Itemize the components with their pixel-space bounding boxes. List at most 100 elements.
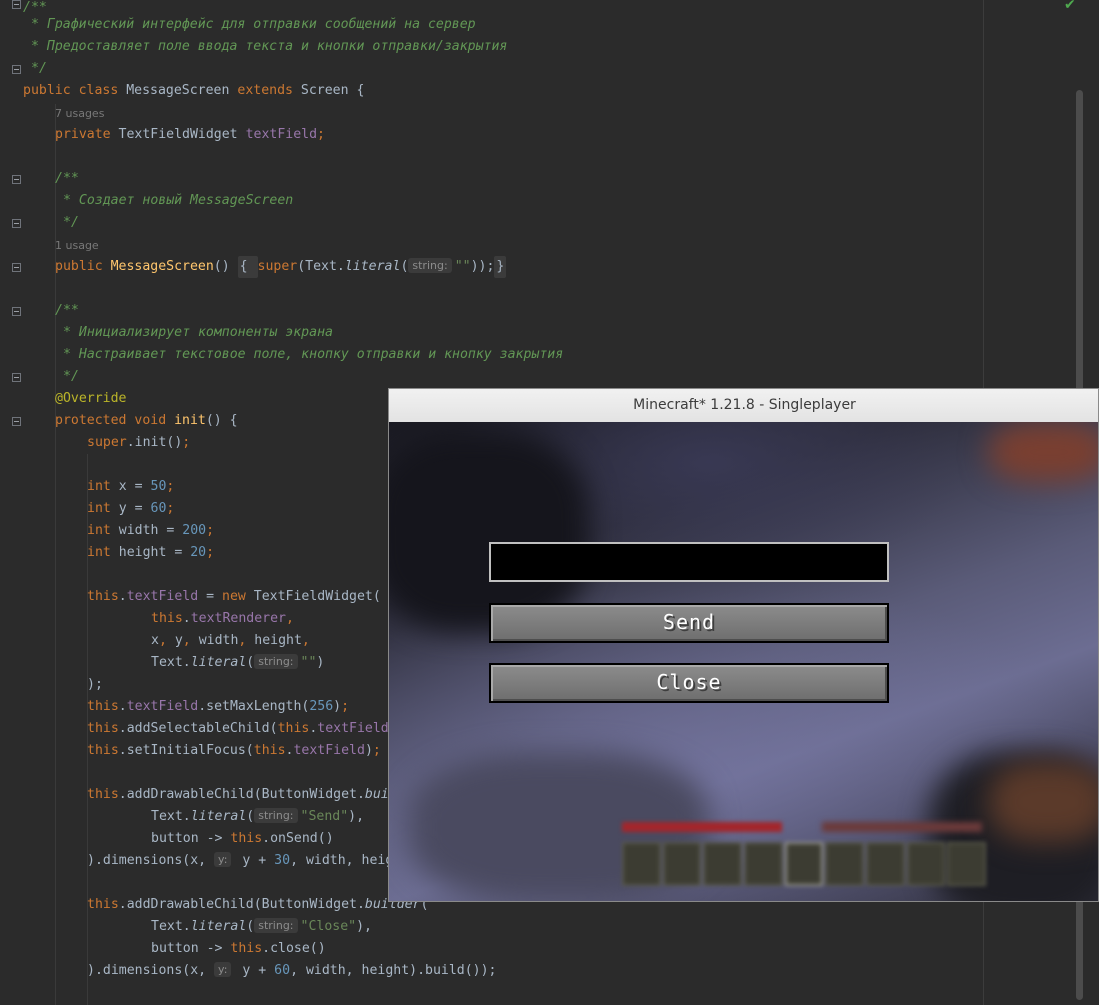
code-token: this (277, 721, 310, 736)
code-token: ; (372, 743, 381, 758)
code-line: int y = 60; (87, 498, 174, 520)
code-token: textRenderer (190, 611, 286, 626)
background-shape (389, 432, 589, 632)
code-token: this (230, 831, 263, 846)
code-line: * Создает новый MessageScreen (63, 190, 293, 212)
code-line: this.textField = new TextFieldWidget( (87, 586, 381, 608)
fold-icon[interactable] (12, 373, 21, 382)
game-viewport[interactable]: Send Close (389, 422, 1098, 901)
code-token: this (87, 699, 119, 714)
code-token: ; (317, 127, 325, 142)
parameter-hint: string: (254, 918, 298, 933)
code-token: this (87, 787, 119, 802)
hotbar-slot (662, 842, 702, 886)
code-token: ; (166, 479, 175, 494)
code-token: button -> (151, 941, 231, 956)
send-button[interactable]: Send (489, 603, 889, 643)
code-token: textField (293, 743, 365, 758)
hotbar-slot (906, 842, 946, 886)
code-token: this (87, 743, 119, 758)
code-line-dimensions-send: ).dimensions(x, y: y + 30, width, heig (87, 852, 394, 868)
code-line: this.textField.setMaxLength(256); (87, 696, 349, 718)
code-token: height (254, 633, 302, 648)
close-button[interactable]: Close (489, 663, 889, 703)
code-line: int x = 50; (87, 476, 174, 498)
code-token: MessageScreen (126, 83, 238, 98)
code-token: init (174, 413, 206, 428)
usages-hint[interactable]: 1 usage (55, 237, 99, 255)
code-line: protected void init() { (55, 410, 238, 432)
code-token: TextFieldWidget( (253, 589, 381, 604)
code-token: private (55, 127, 119, 142)
code-token: */ (63, 215, 79, 230)
code-token: bui (364, 787, 389, 802)
minecraft-window[interactable]: Minecraft* 1.21.8 - Singleplayer Send Cl… (388, 388, 1099, 902)
fold-icon[interactable] (12, 219, 21, 228)
background-shape (989, 762, 1098, 842)
code-token: .addDrawableChild(ButtonWidget. (118, 787, 365, 802)
code-token: this (151, 611, 183, 626)
code-token: y (174, 633, 183, 648)
code-token: Screen { (300, 83, 365, 98)
code-token: int (87, 545, 119, 560)
code-token: .init() (126, 435, 183, 450)
code-token: int (87, 501, 119, 516)
code-line-dimensions-close: ).dimensions(x, y: y + 60, width, height… (87, 962, 497, 978)
hotbar-slot (825, 842, 865, 886)
code-line: * Графический интерфейс для отправки соо… (31, 14, 476, 36)
hotbar-slot (866, 842, 905, 886)
code-line: this.setInitialFocus(this.textField); (87, 740, 381, 762)
code-token: .close() (262, 941, 326, 956)
code-token: , (301, 633, 310, 648)
code-token: ; (206, 523, 215, 538)
code-line: private TextFieldWidget textField; (55, 124, 325, 146)
code-token: * Инициализирует компоненты экрана (63, 325, 333, 340)
code-token: y = (118, 501, 151, 516)
message-input[interactable] (489, 542, 889, 582)
parameter-hint: y: (214, 852, 232, 867)
code-token: ; (341, 699, 350, 714)
fold-icon[interactable] (12, 65, 21, 74)
code-token: () { (205, 413, 238, 428)
code-token: 60 (150, 501, 167, 516)
code-line: super.init(); (87, 432, 190, 454)
code-token: 200 (182, 523, 207, 538)
fold-icon[interactable] (12, 307, 21, 316)
fold-icon[interactable] (12, 0, 21, 9)
code-token: new (222, 589, 254, 604)
code-token: . (118, 699, 127, 714)
code-token: .setMaxLength( (198, 699, 310, 714)
code-token: * Настраивает текстовое поле, кнопку отп… (63, 347, 564, 362)
hotbar-slot (703, 842, 743, 886)
code-line: int width = 200; (87, 520, 214, 542)
code-token: TextFieldWidget (118, 127, 246, 142)
code-token: * Графический интерфейс для отправки соо… (31, 17, 476, 32)
code-token: textField (126, 589, 199, 604)
code-token: ; (166, 501, 175, 516)
fold-icon[interactable] (12, 417, 21, 426)
hotbar-slot-selected (784, 842, 824, 886)
code-token: .addSelectableChild( (118, 721, 278, 736)
hunger-bar (822, 822, 982, 832)
usages-hint[interactable]: 7 usages (55, 105, 104, 123)
code-token: int (87, 523, 119, 538)
code-token: * Создает новый MessageScreen (63, 193, 294, 208)
code-token: .setInitialFocus( (118, 743, 254, 758)
code-token: 50 (150, 479, 167, 494)
hotbar-slot (622, 842, 661, 886)
code-token: textField (317, 721, 389, 736)
code-line: button -> this.onSend() (151, 828, 334, 850)
code-line: button -> this.close() (151, 938, 326, 960)
code-token: textField (245, 127, 318, 142)
parameter-hint: y: (214, 962, 232, 977)
code-line-constructor: public MessageScreen() { super(Text.lite… (55, 256, 507, 278)
fold-icon[interactable] (12, 263, 21, 272)
code-token: this (253, 743, 286, 758)
code-token: this (230, 941, 263, 956)
fold-icon[interactable] (12, 175, 21, 184)
code-line: * Предоставляет поле ввода текста и кноп… (31, 36, 507, 58)
code-token: height = (118, 545, 191, 560)
code-line: this.addSelectableChild(this.textField (87, 718, 389, 740)
code-line: this.addDrawableChild(ButtonWidget.build… (87, 894, 428, 916)
window-titlebar[interactable]: Minecraft* 1.21.8 - Singleplayer (389, 389, 1098, 423)
